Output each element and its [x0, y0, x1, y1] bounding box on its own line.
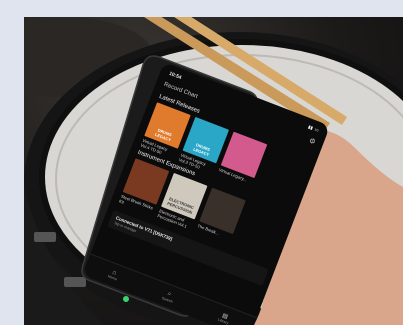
signal-icon: ▮▮: [307, 124, 314, 131]
tab-label: Search: [161, 295, 174, 304]
gear-icon[interactable]: ⚙: [308, 137, 317, 146]
tab-label: Home: [107, 274, 118, 282]
tab-label: Library: [217, 317, 230, 325]
led-light: [123, 296, 129, 302]
drum-lug: [64, 277, 86, 287]
tab-search[interactable]: ⌕ Search: [161, 289, 176, 303]
tab-home[interactable]: ⌂ Home: [107, 269, 120, 282]
battery-icon: ▭: [313, 126, 320, 133]
photo: 10:54 ▮▮ ▭ Record Chart ⚙ Latest Release…: [24, 17, 403, 325]
tab-library[interactable]: ▤ Library: [217, 311, 231, 325]
drum-lug: [34, 232, 56, 242]
